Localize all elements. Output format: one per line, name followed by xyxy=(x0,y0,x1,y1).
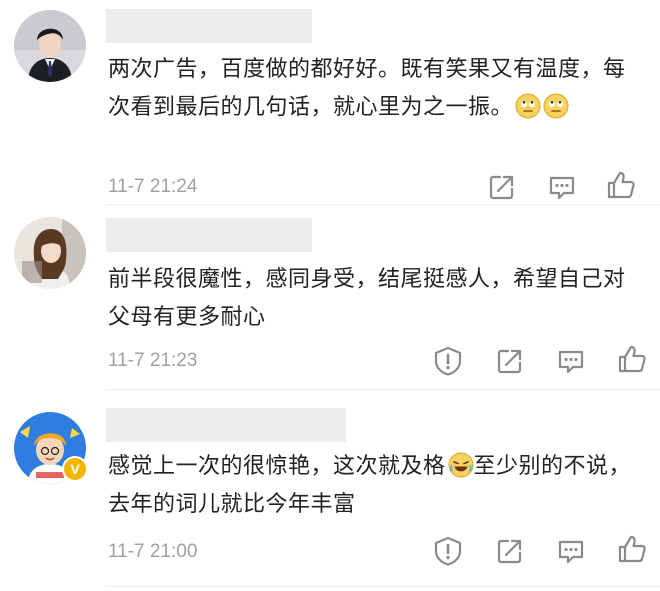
username-placeholder[interactable] xyxy=(106,408,346,442)
comment-text: 两次广告，百度做的都好好。既有笑果又有温度，每次看到最后的几句话，就心里为之一振… xyxy=(108,51,640,127)
like-icon[interactable] xyxy=(616,533,648,565)
comment-time: 11-7 21:00 xyxy=(108,541,198,562)
avatar[interactable] xyxy=(14,10,86,82)
divider xyxy=(106,586,660,587)
comment-icon[interactable] xyxy=(555,535,587,567)
comment-text: 前半段很魔性，感同身受，结尾挺感人，希望自己对父母有更多耐心 xyxy=(108,267,626,330)
username-placeholder[interactable] xyxy=(106,9,312,43)
share-icon[interactable] xyxy=(494,535,526,567)
username-placeholder[interactable] xyxy=(106,218,312,252)
share-icon[interactable] xyxy=(486,171,518,203)
comment-body-part-1: 感觉上一次的很惊艳，这次就及格 xyxy=(108,454,446,479)
comment-time: 11-7 21:24 xyxy=(108,176,198,197)
comment-item-3: V 感觉上一次的很惊艳，这次就及格 至少别的不说，去年的词儿就比今年丰富 11-7… xyxy=(0,396,660,591)
eye-roll-emoji xyxy=(515,93,541,119)
comment-time: 11-7 21:23 xyxy=(108,350,198,371)
comment-icon[interactable] xyxy=(555,345,587,377)
like-icon[interactable] xyxy=(616,343,648,375)
comment-item-1: 两次广告，百度做的都好好。既有笑果又有温度，每次看到最后的几句话，就心里为之一振… xyxy=(0,0,660,205)
like-icon[interactable] xyxy=(605,169,637,201)
comment-item-2: 前半段很魔性，感同身受，结尾挺感人，希望自己对父母有更多耐心 11-7 21:2… xyxy=(0,205,660,390)
share-icon[interactable] xyxy=(494,345,526,377)
eye-roll-emoji xyxy=(543,93,569,119)
report-icon[interactable] xyxy=(432,345,464,377)
comment-text: 感觉上一次的很惊艳，这次就及格 至少别的不说，去年的词儿就比今年丰富 xyxy=(108,448,640,524)
comment-icon[interactable] xyxy=(546,171,578,203)
verified-badge: V xyxy=(62,456,88,482)
divider xyxy=(106,389,660,390)
laugh-cry-emoji xyxy=(448,452,474,478)
avatar[interactable] xyxy=(14,217,86,289)
avatar[interactable]: V xyxy=(14,412,88,484)
report-icon[interactable] xyxy=(432,535,464,567)
